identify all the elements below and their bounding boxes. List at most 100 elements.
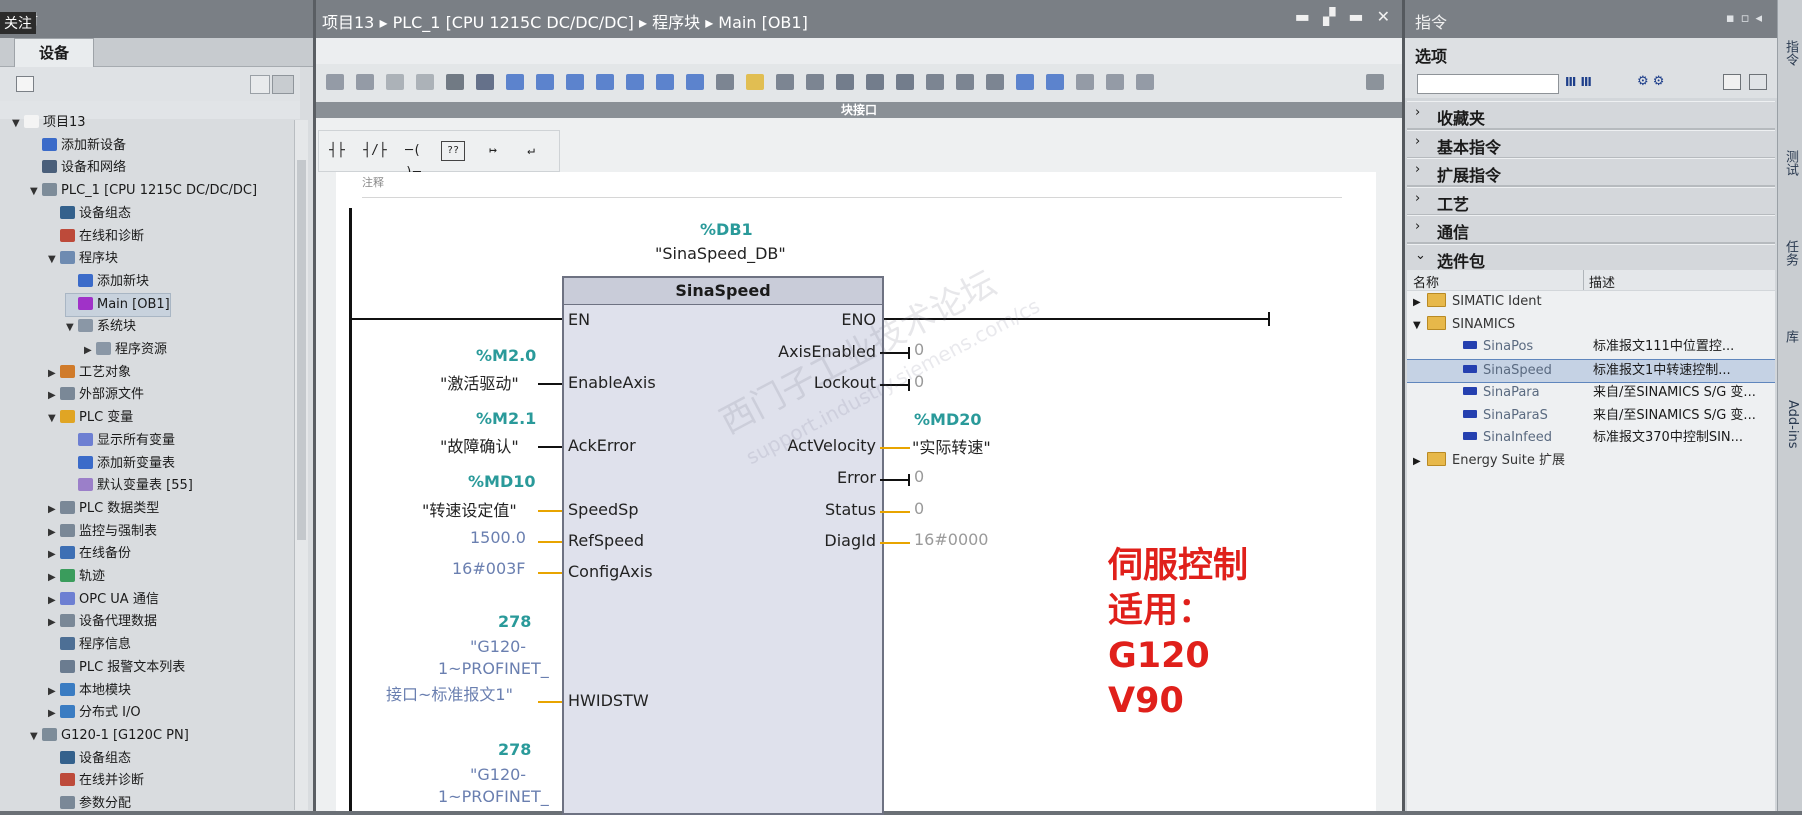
- tree-item[interactable]: ▼ 系统块: [66, 316, 136, 338]
- expand-down-icon[interactable]: ▼: [30, 726, 42, 748]
- output-symbol-actvelocity[interactable]: "实际转速": [912, 434, 991, 458]
- tree-item[interactable]: ▶ 在线备份: [48, 543, 131, 565]
- toolbar-tool-icon[interactable]: [506, 74, 524, 90]
- tree-item[interactable]: ▶ PLC 数据类型: [48, 498, 159, 520]
- tree-item[interactable]: 设备和网络: [30, 157, 126, 179]
- tree-item[interactable]: ▶ 监控与强制表: [48, 521, 157, 543]
- input-symbol-ackerror[interactable]: "故障确认": [440, 433, 519, 457]
- expand-right-icon[interactable]: ▶: [48, 385, 60, 407]
- expand-right-icon[interactable]: ▶: [48, 499, 60, 521]
- input-symbol-hwidstw-line1[interactable]: "G120-: [470, 637, 526, 656]
- instruction-list-item[interactable]: SinaPos 标准报文111中位置控...: [1407, 336, 1775, 358]
- expand-down-icon[interactable]: ▼: [1413, 315, 1427, 337]
- toolbar-tool-icon[interactable]: [416, 74, 434, 90]
- tree-item[interactable]: ▼ PLC 变量: [48, 407, 133, 429]
- input-value-refspeed[interactable]: 1500.0: [470, 528, 526, 547]
- tree-item[interactable]: PLC 报警文本列表: [48, 657, 185, 679]
- input-symbol-hwidzsw-line1[interactable]: "G120-: [470, 765, 526, 784]
- chevron-right-icon[interactable]: ›: [1415, 191, 1420, 206]
- tree-item[interactable]: 设备组态: [48, 748, 131, 770]
- toolbar-tool-icon[interactable]: [326, 74, 344, 90]
- empty-box-button[interactable]: ??: [441, 141, 465, 161]
- tree-item[interactable]: ▶ 本地模块: [48, 680, 131, 702]
- search-down-icon[interactable]: Ⅲ Ⅲ: [1565, 75, 1592, 89]
- tree-item[interactable]: ▶ OPC UA 通信: [48, 589, 159, 611]
- toolbar-tool-icon[interactable]: [596, 74, 614, 90]
- side-tab[interactable]: 指令: [1780, 40, 1800, 66]
- instruction-list-item[interactable]: ▶ SIMATIC Ident: [1407, 291, 1775, 313]
- tree-item[interactable]: Main [OB1]: [65, 292, 171, 317]
- expand-right-icon[interactable]: ▶: [48, 363, 60, 385]
- toolbar-tool-icon[interactable]: [806, 74, 824, 90]
- toolbar-tool-icon[interactable]: [956, 74, 974, 90]
- tree-item[interactable]: ▶ 工艺对象: [48, 362, 131, 384]
- toolbar-tool-icon[interactable]: [1016, 74, 1034, 90]
- toolbar-tool-icon[interactable]: [566, 74, 584, 90]
- coil-button[interactable]: ─( )─: [399, 140, 427, 180]
- instruction-search-input[interactable]: [1417, 74, 1559, 94]
- tree-item[interactable]: 添加新设备: [30, 135, 126, 157]
- db-name[interactable]: "SinaSpeed_DB": [655, 244, 786, 263]
- toolbar-tool-icon[interactable]: [986, 74, 1004, 90]
- instruction-section[interactable]: › 通信: [1407, 215, 1775, 245]
- side-tab[interactable]: 测试: [1780, 150, 1800, 176]
- toolbar-tool-icon[interactable]: [1076, 74, 1094, 90]
- instruction-list-item[interactable]: SinaInfeed 标准报文370中控制SIN...: [1407, 427, 1775, 449]
- chevron-right-icon[interactable]: ›: [1415, 105, 1420, 120]
- toolbar-tool-icon[interactable]: [1106, 74, 1124, 90]
- expand-right-icon[interactable]: ▶: [84, 340, 96, 362]
- tree-item[interactable]: 设备组态: [48, 203, 131, 225]
- toolbar-tool-icon[interactable]: [746, 74, 764, 90]
- instruction-list-item[interactable]: SinaSpeed 标准报文1中转速控制...: [1407, 359, 1775, 384]
- toolbar-tool-icon[interactable]: [866, 74, 884, 90]
- column-name[interactable]: 名称: [1413, 272, 1439, 291]
- toolbar-tool-icon[interactable]: [1136, 74, 1154, 90]
- instruction-section[interactable]: › 扩展指令: [1407, 158, 1775, 188]
- input-symbol-speedsp[interactable]: "转速设定值": [422, 497, 517, 521]
- input-symbol-hwidzsw-line2[interactable]: 1~PROFINET_: [438, 787, 549, 806]
- toolbar-tool-icon[interactable]: [536, 74, 554, 90]
- follow-label[interactable]: 关注: [0, 12, 36, 34]
- tree-item[interactable]: 程序信息: [48, 634, 131, 656]
- expand-right-icon[interactable]: ▶: [48, 590, 60, 612]
- tree-item[interactable]: 显示所有变量: [66, 430, 175, 452]
- tree-scrollbar[interactable]: [294, 120, 308, 810]
- expand-right-icon[interactable]: ▶: [48, 681, 60, 703]
- nc-contact-button[interactable]: ┤/├: [361, 140, 389, 162]
- instruction-section[interactable]: › 工艺: [1407, 186, 1775, 216]
- expand-right-icon[interactable]: ▶: [48, 703, 60, 725]
- column-divider[interactable]: [1583, 270, 1584, 290]
- toolbar-options-icon[interactable]: [1366, 74, 1384, 90]
- panel-controls-icon[interactable]: ▪▫◂: [1726, 11, 1768, 26]
- tree-item[interactable]: ▼ 程序块: [48, 248, 118, 270]
- toolbar-tool-icon[interactable]: [926, 74, 944, 90]
- chevron-right-icon[interactable]: ›: [1415, 134, 1420, 149]
- expand-down-icon[interactable]: ▼: [66, 317, 78, 339]
- input-symbol-enableaxis[interactable]: "激活驱动": [440, 370, 519, 394]
- tree-item[interactable]: ▶ 程序资源: [84, 339, 167, 361]
- tree-item[interactable]: ▶ 轨迹: [48, 566, 105, 588]
- expand-right-icon[interactable]: ▶: [48, 567, 60, 589]
- chevron-right-icon[interactable]: ›: [1415, 219, 1420, 234]
- expand-right-icon[interactable]: ▶: [1413, 451, 1427, 473]
- tree-item[interactable]: ▼ 项目13: [12, 112, 86, 134]
- view-toggle-icon[interactable]: [1723, 74, 1741, 90]
- instruction-section[interactable]: ⌄ 选件包: [1407, 244, 1775, 273]
- toolbar-tool-icon[interactable]: [656, 74, 674, 90]
- tree-icon[interactable]: [16, 76, 34, 92]
- toolbar-tool-icon[interactable]: [1046, 74, 1064, 90]
- toolbar-tool-icon[interactable]: [386, 74, 404, 90]
- input-symbol-hwidstw-line2[interactable]: 1~PROFINET_: [438, 659, 549, 678]
- toolbar-tool-icon[interactable]: [686, 74, 704, 90]
- chevron-right-icon[interactable]: ›: [1415, 162, 1420, 177]
- view-toggle-2-icon[interactable]: [1749, 74, 1767, 90]
- side-tab[interactable]: Add-ins: [1780, 400, 1800, 448]
- side-tab[interactable]: 库: [1780, 330, 1800, 343]
- tree-item[interactable]: ▼ PLC_1 [CPU 1215C DC/DC/DC]: [30, 180, 257, 202]
- tree-item[interactable]: 默认变量表 [55]: [66, 475, 193, 497]
- expand-down-icon[interactable]: ▼: [12, 113, 24, 135]
- expand-down-icon[interactable]: ▼: [30, 181, 42, 203]
- close-branch-button[interactable]: ↵: [517, 140, 545, 162]
- network-comment[interactable]: 注释: [362, 174, 384, 190]
- expand-right-icon[interactable]: ▶: [1413, 292, 1427, 314]
